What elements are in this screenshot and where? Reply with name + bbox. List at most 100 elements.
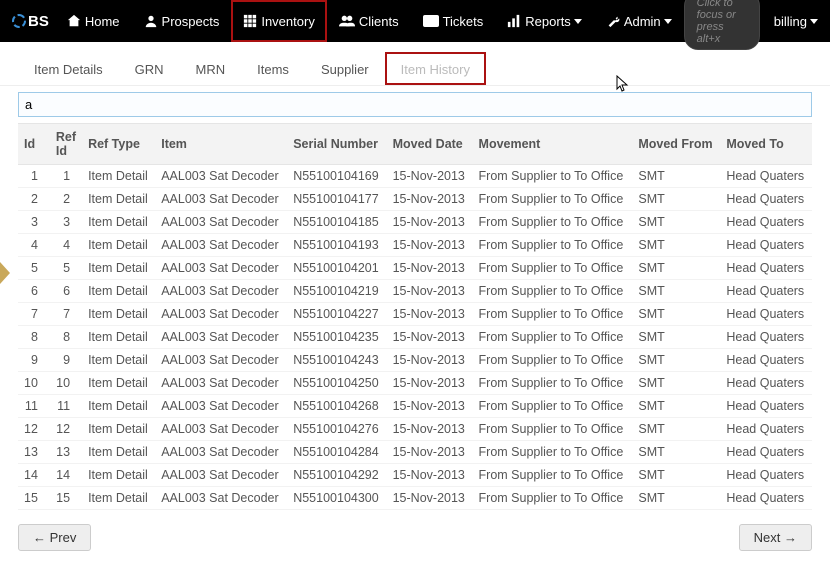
- chevron-down-icon: [664, 19, 672, 24]
- cell-ref_id: 2: [50, 188, 82, 211]
- col-moved-from[interactable]: Moved From: [632, 124, 720, 165]
- logo-text: BS: [28, 13, 49, 30]
- cell-moved_to: Head Quaters: [720, 280, 812, 303]
- table-row[interactable]: 1414Item DetailAAL003 Sat DecoderN551001…: [18, 464, 812, 487]
- app-logo[interactable]: BS: [12, 13, 49, 30]
- nav-prospects-label: Prospects: [162, 14, 220, 29]
- nav-admin[interactable]: Admin: [594, 0, 684, 42]
- col-ref-id[interactable]: Ref Id: [50, 124, 82, 165]
- nav-items: Home Prospects Inventory Clients Tickets…: [55, 0, 684, 42]
- cell-moved_date: 15-Nov-2013: [387, 349, 473, 372]
- cell-serial: N55100104219: [287, 280, 386, 303]
- table-row[interactable]: 1515Item DetailAAL003 Sat DecoderN551001…: [18, 487, 812, 510]
- cell-serial: N55100104235: [287, 326, 386, 349]
- cell-id: 11: [18, 395, 50, 418]
- cell-ref_type: Item Detail: [82, 395, 155, 418]
- col-ref-type[interactable]: Ref Type: [82, 124, 155, 165]
- tab-items[interactable]: Items: [241, 52, 305, 85]
- chevron-down-icon: [810, 19, 818, 24]
- cell-item: AAL003 Sat Decoder: [155, 441, 287, 464]
- cell-moved_to: Head Quaters: [720, 441, 812, 464]
- cell-moved_date: 15-Nov-2013: [387, 326, 473, 349]
- table-row[interactable]: 77Item DetailAAL003 Sat DecoderN55100104…: [18, 303, 812, 326]
- cell-movement: From Supplier to To Office: [473, 487, 633, 510]
- cell-moved_date: 15-Nov-2013: [387, 234, 473, 257]
- global-search[interactable]: Click to focus or press alt+x: [684, 0, 760, 50]
- cell-moved_from: SMT: [632, 395, 720, 418]
- nav-tickets[interactable]: Tickets: [411, 0, 496, 42]
- table-row[interactable]: 1313Item DetailAAL003 Sat DecoderN551001…: [18, 441, 812, 464]
- table-row[interactable]: 88Item DetailAAL003 Sat DecoderN55100104…: [18, 326, 812, 349]
- cell-ref_id: 6: [50, 280, 82, 303]
- cell-item: AAL003 Sat Decoder: [155, 234, 287, 257]
- cell-moved_date: 15-Nov-2013: [387, 165, 473, 188]
- cell-id: 9: [18, 349, 50, 372]
- table-row[interactable]: 55Item DetailAAL003 Sat DecoderN55100104…: [18, 257, 812, 280]
- col-moved-date[interactable]: Moved Date: [387, 124, 473, 165]
- table-row[interactable]: 66Item DetailAAL003 Sat DecoderN55100104…: [18, 280, 812, 303]
- nav-inventory-label: Inventory: [261, 14, 314, 29]
- next-button[interactable]: Next →: [739, 524, 812, 551]
- cell-ref_type: Item Detail: [82, 487, 155, 510]
- tab-item-history[interactable]: Item History: [385, 52, 486, 85]
- top-navbar: BS Home Prospects Inventory Clients Tick…: [0, 0, 830, 42]
- cell-id: 15: [18, 487, 50, 510]
- tab-grn[interactable]: GRN: [119, 52, 180, 85]
- cell-movement: From Supplier to To Office: [473, 165, 633, 188]
- col-serial[interactable]: Serial Number: [287, 124, 386, 165]
- col-moved-to[interactable]: Moved To: [720, 124, 812, 165]
- cell-moved_to: Head Quaters: [720, 464, 812, 487]
- table-row[interactable]: 1010Item DetailAAL003 Sat DecoderN551001…: [18, 372, 812, 395]
- nav-prospects[interactable]: Prospects: [132, 0, 232, 42]
- wrench-icon: [606, 14, 620, 28]
- cell-movement: From Supplier to To Office: [473, 257, 633, 280]
- cell-moved_from: SMT: [632, 257, 720, 280]
- cell-id: 8: [18, 326, 50, 349]
- cell-ref_type: Item Detail: [82, 349, 155, 372]
- cell-moved_date: 15-Nov-2013: [387, 418, 473, 441]
- table-row[interactable]: 99Item DetailAAL003 Sat DecoderN55100104…: [18, 349, 812, 372]
- cell-serial: N55100104284: [287, 441, 386, 464]
- prev-button[interactable]: ← Prev: [18, 524, 91, 551]
- cell-moved_from: SMT: [632, 211, 720, 234]
- cell-ref_type: Item Detail: [82, 257, 155, 280]
- nav-reports[interactable]: Reports: [495, 0, 594, 42]
- table-row[interactable]: 44Item DetailAAL003 Sat DecoderN55100104…: [18, 234, 812, 257]
- table-row[interactable]: 1212Item DetailAAL003 Sat DecoderN551001…: [18, 418, 812, 441]
- cell-ref_id: 1: [50, 165, 82, 188]
- cell-item: AAL003 Sat Decoder: [155, 418, 287, 441]
- nav-home[interactable]: Home: [55, 0, 132, 42]
- user-menu[interactable]: billing: [774, 14, 818, 29]
- users-icon: [339, 14, 355, 28]
- filter-input[interactable]: [18, 92, 812, 117]
- col-item[interactable]: Item: [155, 124, 287, 165]
- table-row[interactable]: 33Item DetailAAL003 Sat DecoderN55100104…: [18, 211, 812, 234]
- nav-inventory[interactable]: Inventory: [231, 0, 326, 42]
- table-row[interactable]: 11Item DetailAAL003 Sat DecoderN55100104…: [18, 165, 812, 188]
- tab-item-details[interactable]: Item Details: [18, 52, 119, 85]
- cell-ref_type: Item Detail: [82, 211, 155, 234]
- nav-clients[interactable]: Clients: [327, 0, 411, 42]
- inventory-subnav: Item Details GRN MRN Items Supplier Item…: [0, 46, 830, 86]
- cell-ref_id: 15: [50, 487, 82, 510]
- cell-moved_date: 15-Nov-2013: [387, 303, 473, 326]
- table-header-row: Id Ref Id Ref Type Item Serial Number Mo…: [18, 124, 812, 165]
- cell-movement: From Supplier to To Office: [473, 372, 633, 395]
- cell-moved_from: SMT: [632, 372, 720, 395]
- bars-icon: [507, 14, 521, 28]
- tab-supplier[interactable]: Supplier: [305, 52, 385, 85]
- cell-item: AAL003 Sat Decoder: [155, 257, 287, 280]
- cell-item: AAL003 Sat Decoder: [155, 211, 287, 234]
- cell-movement: From Supplier to To Office: [473, 349, 633, 372]
- table-row[interactable]: 22Item DetailAAL003 Sat DecoderN55100104…: [18, 188, 812, 211]
- cell-moved_from: SMT: [632, 303, 720, 326]
- col-movement[interactable]: Movement: [473, 124, 633, 165]
- logo-icon: [12, 14, 26, 28]
- table-row[interactable]: 1111Item DetailAAL003 Sat DecoderN551001…: [18, 395, 812, 418]
- cell-item: AAL003 Sat Decoder: [155, 280, 287, 303]
- cell-moved_date: 15-Nov-2013: [387, 487, 473, 510]
- cell-moved_to: Head Quaters: [720, 395, 812, 418]
- cell-moved_date: 15-Nov-2013: [387, 372, 473, 395]
- tab-mrn[interactable]: MRN: [180, 52, 242, 85]
- col-id[interactable]: Id: [18, 124, 50, 165]
